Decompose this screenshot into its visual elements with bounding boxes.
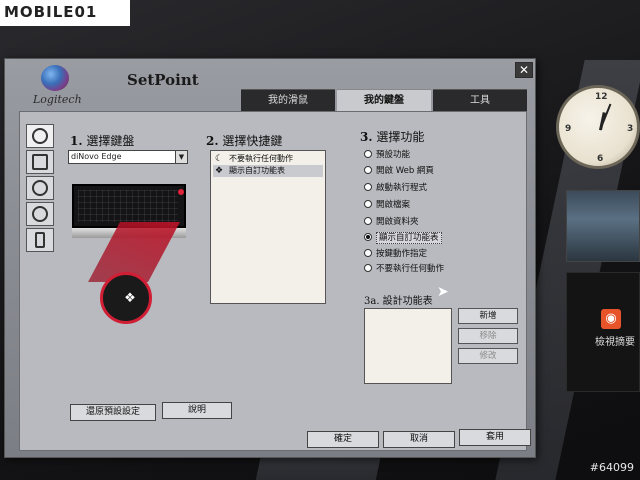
keyboard-select-value: diNovo Edge	[71, 152, 122, 161]
shortcut-item[interactable]: ❖ 顯示自訂功能表	[213, 165, 323, 177]
slideshow-gadget[interactable]	[566, 190, 640, 262]
close-button[interactable]: ✕	[515, 62, 533, 78]
touch-icon	[32, 206, 48, 222]
radio-button[interactable]	[364, 233, 372, 241]
section3-title: 3. 選擇功能	[360, 130, 425, 144]
category-keyboard-button[interactable]	[26, 124, 54, 148]
app-title: SetPoint	[127, 71, 199, 89]
watermark-id: #64099	[589, 461, 634, 474]
ok-button[interactable]: 確定	[307, 431, 379, 448]
keyboard-select[interactable]: diNovo Edge ▼	[68, 150, 188, 164]
rss-gadget-label: 檢視摘要	[595, 337, 635, 348]
radio-button[interactable]	[364, 217, 372, 225]
category-battery-button[interactable]	[26, 228, 54, 252]
section3a-title: 3a. 設計功能表	[364, 296, 433, 307]
function-option[interactable]: 開啟 Web 網頁	[364, 164, 434, 178]
mouse-cursor-icon: ➤	[437, 284, 449, 300]
clock-hour-hand	[599, 112, 606, 131]
rss-gadget[interactable]: ◉ 檢視摘要	[566, 272, 640, 392]
category-touchpad-button[interactable]	[26, 202, 54, 226]
function-option[interactable]: 按鍵動作指定	[364, 247, 427, 261]
f-key-icon	[32, 154, 48, 170]
key-zoom-circle: ❖	[100, 272, 152, 324]
category-function-keys-button[interactable]	[26, 150, 54, 174]
function-option[interactable]: 預設功能	[364, 148, 410, 162]
shortcut-list[interactable]: ☾ 不要執行任何動作 ❖ 顯示自訂功能表	[210, 150, 326, 304]
custom-menu-list[interactable]	[364, 308, 452, 384]
restore-defaults-button[interactable]: 還原預設設定	[70, 404, 156, 421]
tab-tools[interactable]: 工具	[433, 89, 527, 111]
function-option[interactable]: 開啟檔案	[364, 198, 410, 212]
apply-button[interactable]: 套用	[459, 429, 531, 446]
help-button[interactable]: 說明	[162, 402, 232, 419]
edit-button[interactable]: 修改	[458, 348, 518, 364]
function-option[interactable]: 不要執行任何動作	[364, 262, 444, 276]
zoom-icon	[32, 180, 48, 196]
radio-button[interactable]	[364, 183, 372, 191]
tab-my-keyboard[interactable]: 我的鍵盤	[337, 89, 431, 111]
clock-gadget[interactable]: 12 3 6 9	[556, 85, 640, 169]
keyboard-settings-panel: 1. 選擇鍵盤 diNovo Edge ▼ ❖ 2. 選擇快捷鍵 ☾ 不要執行任…	[19, 111, 527, 451]
radio-button[interactable]	[364, 166, 372, 174]
function-option[interactable]: 啟動執行程式	[364, 181, 427, 195]
function-option[interactable]: 開啟資料夾	[364, 215, 419, 229]
watermark-brand: MOBILE01	[4, 3, 98, 21]
logo-text: Logitech	[33, 93, 82, 106]
cancel-button[interactable]: 取消	[383, 431, 455, 448]
section2-title: 2. 選擇快捷鍵	[206, 134, 283, 148]
moon-icon: ☾	[215, 154, 224, 164]
rss-icon: ◉	[601, 309, 621, 329]
section1-title: 1. 選擇鍵盤	[70, 134, 135, 148]
logitech-logo: Logitech	[33, 65, 83, 111]
function-option[interactable]: 顯示自訂功能表	[364, 231, 442, 245]
category-zoom-button[interactable]	[26, 176, 54, 200]
shortcut-item[interactable]: ☾ 不要執行任何動作	[213, 153, 323, 165]
windows-icon: ❖	[215, 166, 224, 176]
tab-my-mouse[interactable]: 我的滑鼠	[241, 89, 335, 111]
setpoint-window: Logitech SetPoint ✕ 我的滑鼠 我的鍵盤 工具 1. 選擇鍵盤…	[4, 58, 536, 458]
windows-key-icon: ❖	[124, 291, 136, 306]
radio-button[interactable]	[364, 200, 372, 208]
radio-button[interactable]	[364, 249, 372, 257]
radio-button[interactable]	[364, 264, 372, 272]
remove-button[interactable]: 移除	[458, 328, 518, 344]
add-button[interactable]: 新增	[458, 308, 518, 324]
watermark-bar: MOBILE01	[0, 0, 130, 26]
highlighted-key-marker	[178, 189, 184, 195]
radio-button[interactable]	[364, 150, 372, 158]
battery-icon	[35, 232, 45, 248]
keyboard-category-icon	[32, 128, 48, 144]
chevron-down-icon[interactable]: ▼	[175, 151, 187, 163]
logitech-logo-icon	[41, 65, 69, 91]
